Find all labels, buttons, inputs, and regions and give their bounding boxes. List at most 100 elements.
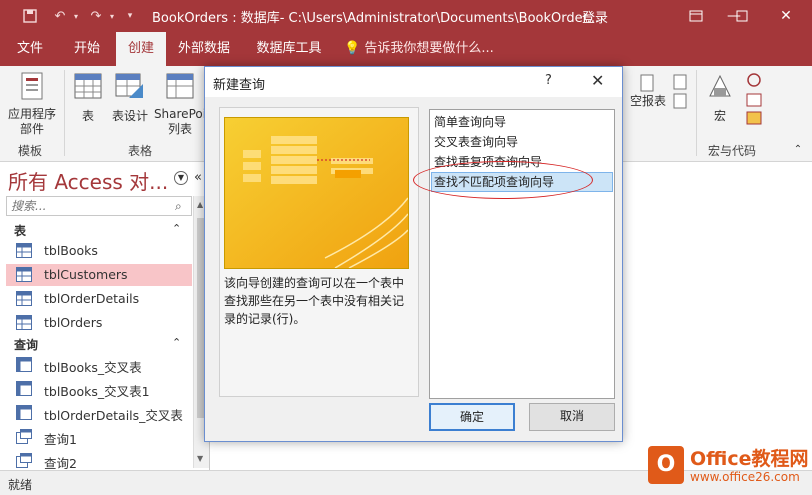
wizard-preview-image xyxy=(224,117,409,269)
tab-create[interactable]: 创建 xyxy=(116,32,166,66)
watermark-name: Office教程网 xyxy=(690,448,809,470)
table-design-button[interactable]: 表设计 xyxy=(108,72,152,124)
cancel-button[interactable]: 取消 xyxy=(529,403,615,431)
sharepoint-list-icon xyxy=(152,72,208,103)
watermark-url: www.office26.com xyxy=(690,470,800,484)
lightbulb-icon: 💡 xyxy=(344,41,361,56)
window-title: BookOrders : 数据库- C:\Users\Administrator… xyxy=(152,11,600,26)
nav-item-label: tblOrderDetails_交叉表 xyxy=(44,408,183,423)
select-query-icon xyxy=(16,429,32,444)
maximize-icon[interactable] xyxy=(728,4,756,28)
app-parts-label: 应用程序 部件 xyxy=(7,107,56,136)
nav-item-label: tblBooks xyxy=(44,243,98,258)
wizard-preview-panel: 该向导创建的查询可以在一个表中查找那些在另一个表中没有相关记录的记录(行)。 xyxy=(219,107,419,397)
wizard-description: 该向导创建的查询可以在一个表中查找那些在另一个表中没有相关记录的记录(行)。 xyxy=(224,276,405,326)
nav-section-tables[interactable]: 表 xyxy=(14,222,26,239)
save-icon[interactable] xyxy=(22,8,38,24)
tell-me-text: 告诉我你想要做什么... xyxy=(364,41,494,56)
ok-button[interactable]: 确定 xyxy=(429,403,515,431)
nav-item-query[interactable]: tblBooks_交叉表1 xyxy=(6,378,192,400)
nav-item-label: tblOrders xyxy=(44,315,103,330)
wizard-list[interactable]: 简单查询向导 交叉表查询向导 查找重复项查询向导 查找不匹配项查询向导 xyxy=(429,109,615,399)
nav-item-query[interactable]: tblOrderDetails_交叉表 xyxy=(6,402,192,424)
table-icon xyxy=(16,243,32,258)
table-icon xyxy=(16,291,32,306)
table-icon xyxy=(70,72,106,103)
table-button[interactable]: 表 xyxy=(70,72,106,124)
crosstab-query-icon xyxy=(16,357,32,372)
select-query-icon xyxy=(16,453,32,468)
nav-item-tblorders[interactable]: tblOrders xyxy=(6,312,192,334)
dialog-title: 新建查询 xyxy=(213,78,266,93)
crosstab-query-icon xyxy=(16,381,32,396)
watermark: O Office教程网 www.office26.com xyxy=(648,444,812,490)
nav-item-query[interactable]: 查询1 xyxy=(6,426,192,448)
crosstab-query-icon xyxy=(16,405,32,420)
app-parts-icon xyxy=(4,72,60,103)
close-icon[interactable]: ✕ xyxy=(772,4,800,28)
nav-item-label: tblOrderDetails xyxy=(44,291,140,306)
nav-item-label: 查询1 xyxy=(44,432,77,447)
nav-collapse-icon[interactable]: « xyxy=(194,170,202,185)
app-parts-button[interactable]: 应用程序 部件 xyxy=(4,72,60,137)
wizard-option-simple[interactable]: 简单查询向导 xyxy=(431,112,613,132)
sharepoint-list-label: SharePoi 列表 xyxy=(153,107,207,136)
undo-icon[interactable]: ↶ xyxy=(52,8,68,24)
group-label-templates: 模板 xyxy=(18,144,43,158)
ribbon-display-icon[interactable] xyxy=(682,4,710,28)
table-icon xyxy=(16,315,32,330)
tab-home[interactable]: 开始 xyxy=(62,32,112,66)
nav-item-label: tblCustomers xyxy=(44,267,128,282)
group-label-tables: 表格 xyxy=(128,144,153,158)
help-icon[interactable]: ? xyxy=(545,73,552,88)
tell-me-box[interactable]: 💡 告诉我你想要做什么... xyxy=(344,32,494,66)
table-design-icon xyxy=(108,72,152,103)
dialog-titlebar[interactable]: 新建查询 ? ✕ xyxy=(205,67,622,97)
highlight-annotation xyxy=(413,161,593,199)
navigation-pane: 所有 Access 对... ▼ « ⌕ 表 ⌃ tblBooks tblCus… xyxy=(0,162,210,472)
close-icon[interactable]: ✕ xyxy=(591,71,604,90)
macro-label: 宏 xyxy=(713,109,726,123)
nav-item-label: tblBooks_交叉表1 xyxy=(44,384,150,399)
group-label-macros: 宏与代码 xyxy=(708,144,757,158)
macro-icon xyxy=(702,72,738,103)
tab-file[interactable]: 文件 xyxy=(6,32,54,66)
section-collapse-icon[interactable]: ⌃ xyxy=(172,222,181,235)
table-design-label: 表设计 xyxy=(111,109,148,123)
customize-toolbar-icon[interactable]: ▾ xyxy=(122,8,138,24)
new-query-dialog: 新建查询 ? ✕ 该向导创建的查询可以在一个表中查找那些在另一个表中没有相关记录… xyxy=(204,66,623,442)
redo-icon[interactable]: ↷ xyxy=(88,8,104,24)
collapse-ribbon-icon[interactable]: ⌃ xyxy=(790,144,806,155)
nav-item-query[interactable]: tblBooks_交叉表 xyxy=(6,354,192,376)
nav-item-query[interactable]: 查询2 xyxy=(6,450,192,472)
nav-title[interactable]: 所有 Access 对... xyxy=(8,166,168,195)
scroll-up-icon[interactable]: ▲ xyxy=(197,200,203,209)
sharepoint-list-button[interactable]: SharePoi 列表 xyxy=(152,72,208,137)
nav-item-tblbooks[interactable]: tblBooks xyxy=(6,240,192,262)
report-wizard-icon[interactable] xyxy=(670,74,690,113)
login-link[interactable]: 登录 xyxy=(582,7,608,26)
module-icon[interactable] xyxy=(744,72,764,131)
tab-external-data[interactable]: 外部数据 xyxy=(172,32,236,66)
nav-item-tblcustomers[interactable]: tblCustomers xyxy=(6,264,192,286)
tab-database-tools[interactable]: 数据库工具 xyxy=(250,32,328,66)
nav-menu-icon[interactable]: ▼ xyxy=(174,171,188,185)
table-label: 表 xyxy=(81,109,94,123)
ribbon-tabs: 文件 开始 创建 外部数据 数据库工具 💡 告诉我你想要做什么... xyxy=(0,32,812,66)
search-icon[interactable]: ⌕ xyxy=(175,199,182,214)
nav-item-label: tblBooks_交叉表 xyxy=(44,360,142,375)
title-bar: ↶ ▾ ↷ ▾ ▾ BookOrders : 数据库- C:\Users\Adm… xyxy=(0,0,812,32)
section-collapse-icon[interactable]: ⌃ xyxy=(172,336,181,349)
scroll-down-icon[interactable]: ▼ xyxy=(197,454,203,463)
office-logo-icon: O xyxy=(648,446,684,484)
undo-dropdown-icon[interactable]: ▾ xyxy=(68,8,84,24)
status-text: 就绪 xyxy=(8,478,33,492)
table-icon xyxy=(16,267,32,282)
redo-dropdown-icon[interactable]: ▾ xyxy=(104,8,120,24)
nav-search-input[interactable] xyxy=(6,196,192,216)
report-icon xyxy=(634,74,660,95)
wizard-option-crosstab[interactable]: 交叉表查询向导 xyxy=(431,132,613,152)
nav-item-tblorderdetails[interactable]: tblOrderDetails xyxy=(6,288,192,310)
macro-button[interactable]: 宏 xyxy=(702,72,738,124)
nav-section-queries[interactable]: 查询 xyxy=(14,336,38,353)
